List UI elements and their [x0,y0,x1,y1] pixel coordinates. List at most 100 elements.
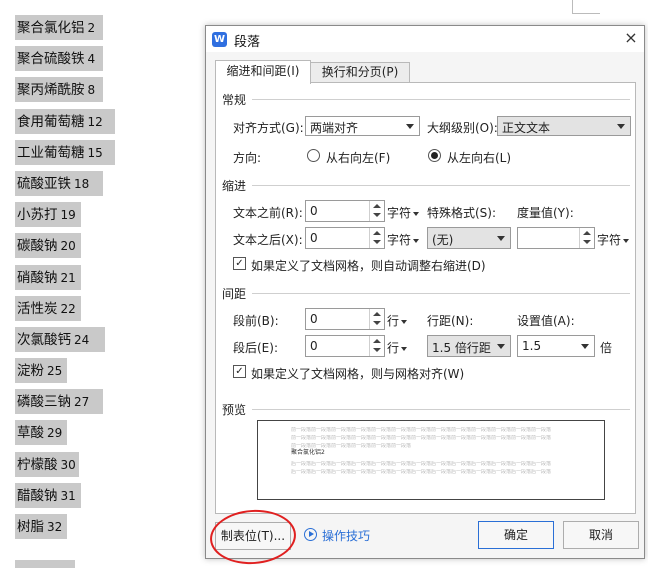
cancel-button[interactable]: 取消 [563,521,639,549]
special-format-select[interactable]: (无) [427,227,511,249]
indent-before-value: 0 [310,204,318,218]
document-line: 工业葡萄糖 15 [15,137,115,168]
document-line-text: 工业葡萄糖 15 [17,144,103,161]
setting-select[interactable]: 1.5 [517,335,595,357]
spinner-buttons[interactable] [369,309,384,329]
spinner-buttons[interactable] [369,201,384,221]
dialog-titlebar: W 段落 × [206,26,644,52]
document-line-text: 磷酸三钠 27 [17,394,90,411]
space-before-value: 0 [310,312,318,326]
space-before-spinner[interactable]: 0 [305,308,385,330]
chevron-down-icon [617,124,625,129]
preview-next-line: 后一段落后一段落后一段落后一段落后一段落后一段落后一段落后一段落后一段落后一段落… [291,461,552,467]
snap-grid-checkbox[interactable]: ✓ [233,365,246,378]
outline-label: 大纲级别(O): [427,121,498,135]
tab-line-page[interactable]: 换行和分页(P) [310,62,410,83]
document-line: 柠檬酸 30 [15,449,115,480]
preview-prev-line: 前一段落前一段落前一段落前一段落前一段落前一段落前一段落前一段落前一段落前一段落… [291,427,552,433]
measure-unit-dropdown[interactable]: 字符 [597,231,630,248]
indent-after-value: 0 [310,231,318,245]
document-line: 碳酸钠 20 [15,230,115,261]
document-line-text: 聚合硫酸铁 4 [17,51,96,68]
space-before-label: 段前(B): [233,314,279,328]
space-before-unit-dropdown[interactable]: 行 [387,312,408,329]
wps-app-icon: W [212,32,227,47]
line-spacing-select[interactable]: 1.5 倍行距 [427,335,511,357]
divider [252,293,630,294]
section-general-heading: 常规 [222,93,247,107]
document-line: 小苏打 19 [15,199,115,230]
document-line: 聚丙烯酰胺 8 [15,74,115,105]
play-icon [304,528,317,541]
auto-adjust-label: 如果定义了文档网格，则自动调整右缩进(D) [251,259,486,273]
document-line: 硝酸钠 21 [15,262,115,293]
indent-before-spinner[interactable]: 0 [305,200,385,222]
document-line: 食用葡萄糖 12 [15,106,115,137]
section-spacing-heading: 间距 [222,287,247,301]
page-corner-mark [572,0,573,14]
space-after-value: 0 [310,339,318,353]
ok-button[interactable]: 确定 [478,521,554,549]
indent-after-label: 文本之后(X): [233,233,303,247]
document-line-text: 草酸 29 [17,425,63,442]
document-line-text: 聚合氯化铝 2 [17,20,96,36]
document-line-text: 淀粉 25 [17,363,63,380]
paragraph-dialog: W 段落 × 缩进和间距(I) 换行和分页(P) 常规 对齐方式(G): 两端对… [205,25,645,559]
document-line: 聚合硫酸铁 4 [15,43,115,74]
page-corner-mark [572,13,600,14]
align-select[interactable]: 两端对齐 [305,116,420,136]
outline-select[interactable]: 正文文本 [497,116,631,136]
divider [252,409,630,410]
chevron-down-icon [497,236,505,241]
special-format-value: (无) [432,233,454,247]
document-line: 醋酸钠 31 [15,480,115,511]
rtl-radio[interactable] [307,149,320,162]
setting-label: 设置值(A): [517,314,575,328]
document-line: 硫酸亚铁 18 [15,168,115,199]
document-cut-line [15,560,95,568]
tab-indent-spacing[interactable]: 缩进和间距(I) [215,60,311,84]
setting-value: 1.5 [522,339,542,353]
measure-label: 度量值(Y): [517,206,574,220]
spinner-buttons[interactable] [579,228,594,248]
spinner-buttons[interactable] [369,336,384,356]
document-list: 聚合氯化铝 2 聚合硫酸铁 4 聚丙烯酰胺 8 食用葡萄糖 12 工业葡萄糖 15 硫酸亚铁 18 小苏… [15,12,115,542]
document-line-text: 聚丙烯酰胺 8 [17,82,96,99]
document-line-text: 次氯酸钙 24 [17,331,90,348]
dialog-title: 段落 [234,35,261,50]
special-format-label: 特殊格式(S): [427,206,497,220]
document-line-text: 树脂 32 [17,519,63,535]
document-line: 活性炭 22 [15,293,115,324]
line-spacing-label: 行距(N): [427,314,474,328]
preview-prev-line: 前一段落前一段落前一段落前一段落前一段落前一段落前一段落前一段落前一段落前一段落… [291,435,552,441]
rtl-label: 从右向左(F) [326,151,391,165]
indent-after-spinner[interactable]: 0 [305,227,385,249]
document-line: 草酸 29 [15,417,115,448]
indent-before-label: 文本之前(R): [233,206,303,220]
divider [252,185,630,186]
document-line-text: 硫酸亚铁 18 [17,175,90,192]
section-preview-heading: 预览 [222,403,247,417]
space-after-spinner[interactable]: 0 [305,335,385,357]
ltr-label: 从左向右(L) [447,151,512,165]
measure-spinner[interactable] [517,227,595,249]
close-icon[interactable]: × [620,27,642,49]
line-spacing-value: 1.5 倍行距 [432,341,491,355]
align-label: 对齐方式(G): [233,121,304,135]
document-line-text: 醋酸钠 31 [17,487,76,504]
align-value: 两端对齐 [310,121,359,135]
document-line: 树脂 32 [15,511,115,542]
ltr-radio[interactable] [428,149,441,162]
chevron-down-icon [406,124,414,129]
auto-adjust-checkbox[interactable]: ✓ [233,257,246,270]
indent-after-unit-dropdown[interactable]: 字符 [387,231,420,248]
document-line-text: 小苏打 19 [17,207,76,224]
divider [252,99,630,100]
chevron-down-icon [581,344,589,349]
chevron-down-icon [497,344,505,349]
spinner-buttons[interactable] [369,228,384,248]
space-after-unit-dropdown[interactable]: 行 [387,339,408,356]
section-indent-heading: 缩进 [222,179,247,193]
indent-before-unit-dropdown[interactable]: 字符 [387,204,420,221]
document-line: 聚合氯化铝 2 [15,12,115,43]
